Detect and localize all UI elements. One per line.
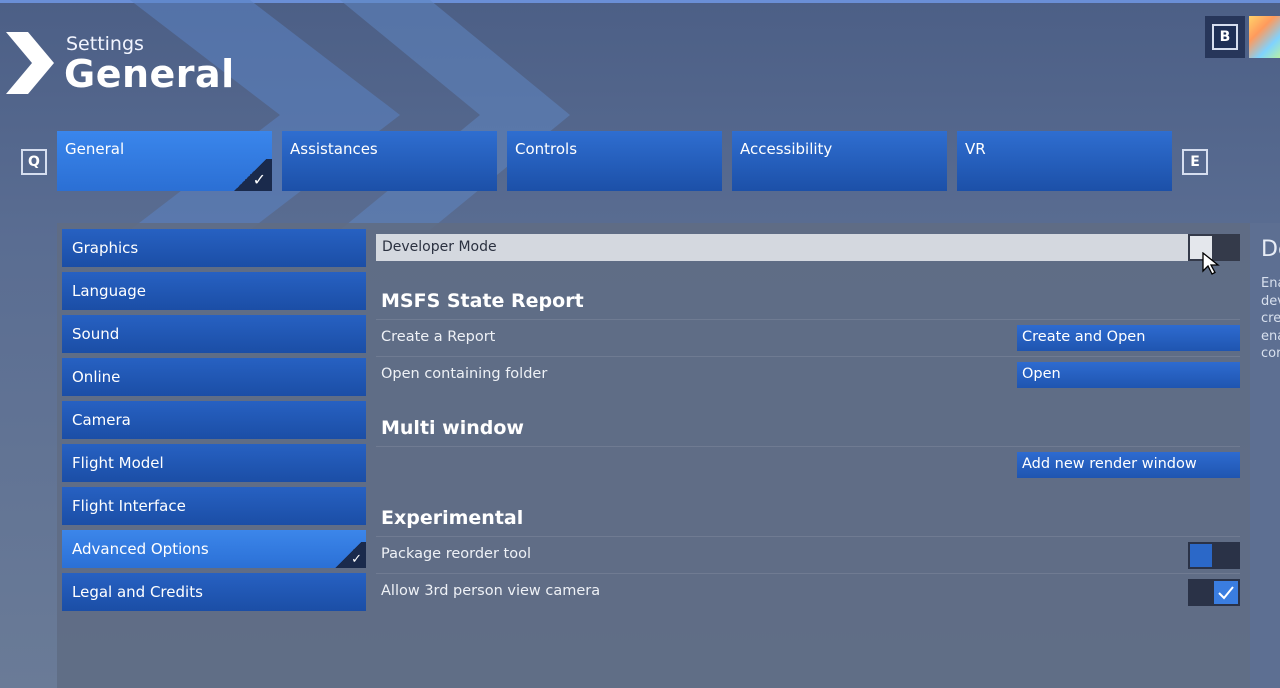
check-icon: ✓ <box>252 170 266 189</box>
sidebar-item-sound[interactable]: Sound <box>62 315 366 353</box>
sidebar-item-camera[interactable]: Camera <box>62 401 366 439</box>
sidebar-item-label: Flight Interface <box>72 497 186 515</box>
developer-mode-label: Developer Mode <box>382 239 497 255</box>
sidebar-item-label: Language <box>72 282 147 300</box>
avatar[interactable] <box>1249 16 1280 58</box>
chevron-logo-icon <box>6 32 54 94</box>
create-report-label: Create a Report <box>381 329 496 345</box>
create-and-open-button[interactable]: Create and Open <box>1017 325 1240 351</box>
page-title: General <box>64 52 235 96</box>
toggle-knob <box>1190 544 1212 567</box>
open-folder-button[interactable]: Open <box>1017 362 1240 388</box>
selected-check-corner: ✓ <box>330 542 366 568</box>
package-reorder-label: Package reorder tool <box>381 546 532 562</box>
description-line: cor <box>1261 346 1280 361</box>
tab-label: General <box>65 140 125 158</box>
toggle-knob <box>1214 581 1238 604</box>
q-key-hint[interactable]: Q <box>21 149 47 175</box>
sidebar-item-label: Graphics <box>72 239 139 257</box>
check-icon <box>1218 586 1234 600</box>
description-line: ena <box>1261 328 1280 344</box>
tab-label: Controls <box>515 140 578 158</box>
tab-general[interactable]: General ✓ <box>57 131 272 191</box>
sidebar-item-label: Flight Model <box>72 454 164 472</box>
sidebar-item-flight-model[interactable]: Flight Model <box>62 444 366 482</box>
description-line: dev <box>1261 293 1280 309</box>
sidebar-item-advanced-options[interactable]: Advanced Options ✓ <box>62 530 366 568</box>
b-key-hint[interactable]: B <box>1212 24 1238 50</box>
description-line: Ena <box>1261 276 1280 291</box>
open-folder-label: Open containing folder <box>381 366 548 382</box>
package-reorder-row: Package reorder tool <box>376 536 1240 573</box>
selected-check-corner: ✓ <box>228 159 272 191</box>
package-reorder-toggle[interactable] <box>1188 542 1240 569</box>
sidebar-item-online[interactable]: Online <box>62 358 366 396</box>
sidebar-item-graphics[interactable]: Graphics <box>62 229 366 267</box>
sidebar-item-label: Camera <box>72 411 131 429</box>
sidebar-item-label: Advanced Options <box>72 540 209 558</box>
description-line: cre <box>1261 311 1280 326</box>
tab-label: Assistances <box>290 140 378 158</box>
sidebar-item-flight-interface[interactable]: Flight Interface <box>62 487 366 525</box>
tab-controls[interactable]: Controls <box>507 131 722 191</box>
state-report-heading: MSFS State Report <box>381 290 584 312</box>
sidebar-item-legal-and-credits[interactable]: Legal and Credits <box>62 573 366 611</box>
tab-accessibility[interactable]: Accessibility <box>732 131 947 191</box>
tab-label: Accessibility <box>740 140 833 158</box>
third-person-camera-label: Allow 3rd person view camera <box>381 583 601 599</box>
check-icon: ✓ <box>351 552 362 567</box>
description-title: De <box>1261 237 1280 262</box>
tab-vr[interactable]: VR <box>957 131 1172 191</box>
description-text: Ena dev cre ena cor <box>1261 275 1280 363</box>
developer-mode-row[interactable]: Developer Mode <box>376 234 1240 261</box>
tab-label: VR <box>965 140 986 158</box>
sidebar-item-label: Online <box>72 368 121 386</box>
e-key-hint[interactable]: E <box>1182 149 1208 175</box>
multi-window-heading: Multi window <box>381 417 524 439</box>
description-panel: De Ena dev cre ena cor <box>1250 223 1280 688</box>
background-chevron-decor-2 <box>340 0 570 230</box>
sidebar-item-language[interactable]: Language <box>62 272 366 310</box>
sidebar-item-label: Sound <box>72 325 120 343</box>
sidebar-item-label: Legal and Credits <box>72 583 203 601</box>
third-person-camera-row: Allow 3rd person view camera <box>376 573 1240 610</box>
add-render-window-button[interactable]: Add new render window <box>1017 452 1240 478</box>
third-person-camera-toggle[interactable] <box>1188 579 1240 606</box>
mouse-cursor-icon <box>1202 252 1220 275</box>
tab-assistances[interactable]: Assistances <box>282 131 497 191</box>
experimental-heading: Experimental <box>381 507 524 529</box>
